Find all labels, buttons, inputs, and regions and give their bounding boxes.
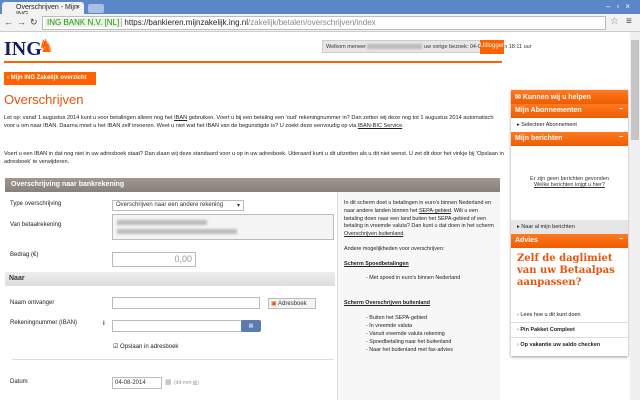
section-header: Overschrijving naar bankrekening xyxy=(5,178,500,192)
iban-keypad-icon[interactable]: ▤ xyxy=(241,320,261,332)
iban-link[interactable]: IBAN xyxy=(174,115,187,121)
save-label: Opslaan in adresboek xyxy=(120,344,179,350)
date-hint: (dd-mm-jjjj) xyxy=(174,380,199,386)
divider xyxy=(12,359,334,360)
select-subscription-link[interactable]: ▸ Selecteer Abonnement xyxy=(511,118,628,132)
url-path: /zakelijk/betalen/overschrijven/index xyxy=(248,18,376,27)
messages-header[interactable]: Mijn berichten − xyxy=(511,132,628,146)
header-divider xyxy=(4,61,502,63)
messages-info-link[interactable]: Welke berichten krijgt u hier? xyxy=(534,182,605,188)
advice-header[interactable]: Advies − xyxy=(511,234,628,248)
addressbook-icon: ▣ xyxy=(271,301,277,307)
name-label: Naam ontvanger xyxy=(10,300,55,306)
to-section-header: Naar xyxy=(5,272,335,286)
list-item: - Buiten het SEPA-gebied xyxy=(366,315,428,322)
collapse-icon: − xyxy=(618,106,623,113)
info-panel: In dit scherm doet u betalingen in euro'… xyxy=(337,192,500,400)
page-title: Overschrijven xyxy=(4,92,84,107)
help-header[interactable]: ✉ Kunnen wij u helpen xyxy=(511,90,628,104)
buitenland-link[interactable]: Overschrijven buitenland xyxy=(344,231,403,237)
welcome-bar: Welkom meneer uw vorige bezoek: 04-08-20… xyxy=(322,40,532,53)
iban-input[interactable] xyxy=(112,320,242,332)
all-messages-link[interactable]: ▸ Naar al mijn berichten xyxy=(511,220,628,234)
recipient-name-input[interactable] xyxy=(112,297,260,309)
spoed-link[interactable]: Scherm Spoedbetalingen xyxy=(344,261,409,267)
back-overview-button[interactable]: ‹ Mijn ING Zakelijk overzicht xyxy=(4,72,96,85)
window-controls[interactable]: –▫× xyxy=(606,2,636,11)
from-account-select[interactable] xyxy=(112,214,334,240)
buitenland-screen-link[interactable]: Scherm Overschrijven buitenland xyxy=(344,300,430,306)
address-bar-area: ←→↻ ING BANK N.V. [NL] https://bankieren… xyxy=(0,14,640,32)
list-item: - Naar het buitenland met fax-advies xyxy=(366,347,453,354)
lion-icon: ♞ xyxy=(38,36,55,56)
from-account-label: Van betaalrekening xyxy=(10,222,62,228)
tab-bar: Overschrijven - Mijn ING× –▫× xyxy=(0,0,640,18)
iban-bic-link[interactable]: IBAN-BIC Service xyxy=(358,123,402,129)
nav-buttons[interactable]: ←→↻ xyxy=(4,17,42,28)
info-icon[interactable]: i xyxy=(103,321,105,327)
calendar-icon[interactable]: ▦ xyxy=(165,378,172,386)
type-label: Type overschrijving xyxy=(10,201,62,207)
date-label: Datum xyxy=(10,379,28,385)
logout-button[interactable]: Uitloggen xyxy=(480,40,505,54)
iban-label: Rekeningnummer (IBAN) xyxy=(10,320,78,326)
amount-label: Bedrag (€) xyxy=(10,252,39,258)
list-item: - Spoedbetaling naar het buitenland xyxy=(366,339,452,346)
url-domain: bankieren.mijnzakelijk.ing.nl xyxy=(148,18,249,27)
ing-logo[interactable]: ING xyxy=(4,38,42,61)
list-item: - Met spoed in euro's binnen Nederland xyxy=(366,274,461,281)
bookmark-star-icon[interactable]: ☆ xyxy=(610,16,619,27)
sidebar: ✉ Kunnen wij u helpen Mijn Abonnementen −… xyxy=(511,90,628,356)
close-tab-icon[interactable]: × xyxy=(76,4,80,11)
advice-link[interactable]: › Lees hoe u dit kunt doen xyxy=(511,308,628,323)
chevron-down-icon: ▾ xyxy=(236,203,240,209)
save-addressbook-checkbox[interactable]: ☑ Opslaan in adresboek xyxy=(113,343,178,350)
browser-tab[interactable]: Overschrijven - Mijn ING× xyxy=(2,2,84,18)
scrollbar-thumb[interactable] xyxy=(631,40,639,140)
sepa-link[interactable]: SEPA-gebied xyxy=(419,208,451,214)
new-tab-button[interactable] xyxy=(88,4,104,13)
date-input[interactable]: 04-08-2014 xyxy=(112,377,162,389)
collapse-icon: − xyxy=(618,236,623,243)
scrollbar[interactable] xyxy=(630,32,640,400)
ev-badge: ING BANK N.V. [NL] xyxy=(45,18,123,27)
list-item: - In vreemde valuta xyxy=(366,323,413,330)
menu-icon[interactable]: ≡ xyxy=(626,16,632,27)
list-item: - Vanuit vreemde valuta rekening xyxy=(366,331,445,338)
collapse-icon: − xyxy=(618,134,623,141)
url-scheme: https:// xyxy=(124,18,149,27)
subscriptions-header[interactable]: Mijn Abonnementen − xyxy=(511,104,628,118)
other-options: Andere mogelijkheden voor overschrijven: xyxy=(344,245,445,252)
last-visit: uw vorige bezoek: 04-08-2014 om 18:11 uu… xyxy=(424,44,532,50)
type-select[interactable]: Overschrijven naar een andere rekening ▾ xyxy=(112,200,244,211)
welcome-text: Welkom meneer xyxy=(326,44,366,50)
url-input[interactable]: ING BANK N.V. [NL] https://bankieren.mij… xyxy=(42,16,606,30)
pin-pakket-link[interactable]: › Pin Pakket Compleet xyxy=(511,323,628,338)
addressbook-button[interactable]: ▣ Adresboek xyxy=(268,298,316,309)
intro-paragraph-1: Let op: vanaf 1 augustus 2014 kunt u voo… xyxy=(4,115,494,129)
advice-headline: Zelf de daglimiet van uw Betaalpas aanpa… xyxy=(517,253,615,288)
amount-input[interactable]: 0,00 xyxy=(112,252,196,267)
intro-paragraph-2: Voert u een IBAN in dat nog niet in uw a… xyxy=(4,151,504,165)
vakantie-saldo-link[interactable]: › Op vakantie uw saldo checken xyxy=(511,338,628,352)
